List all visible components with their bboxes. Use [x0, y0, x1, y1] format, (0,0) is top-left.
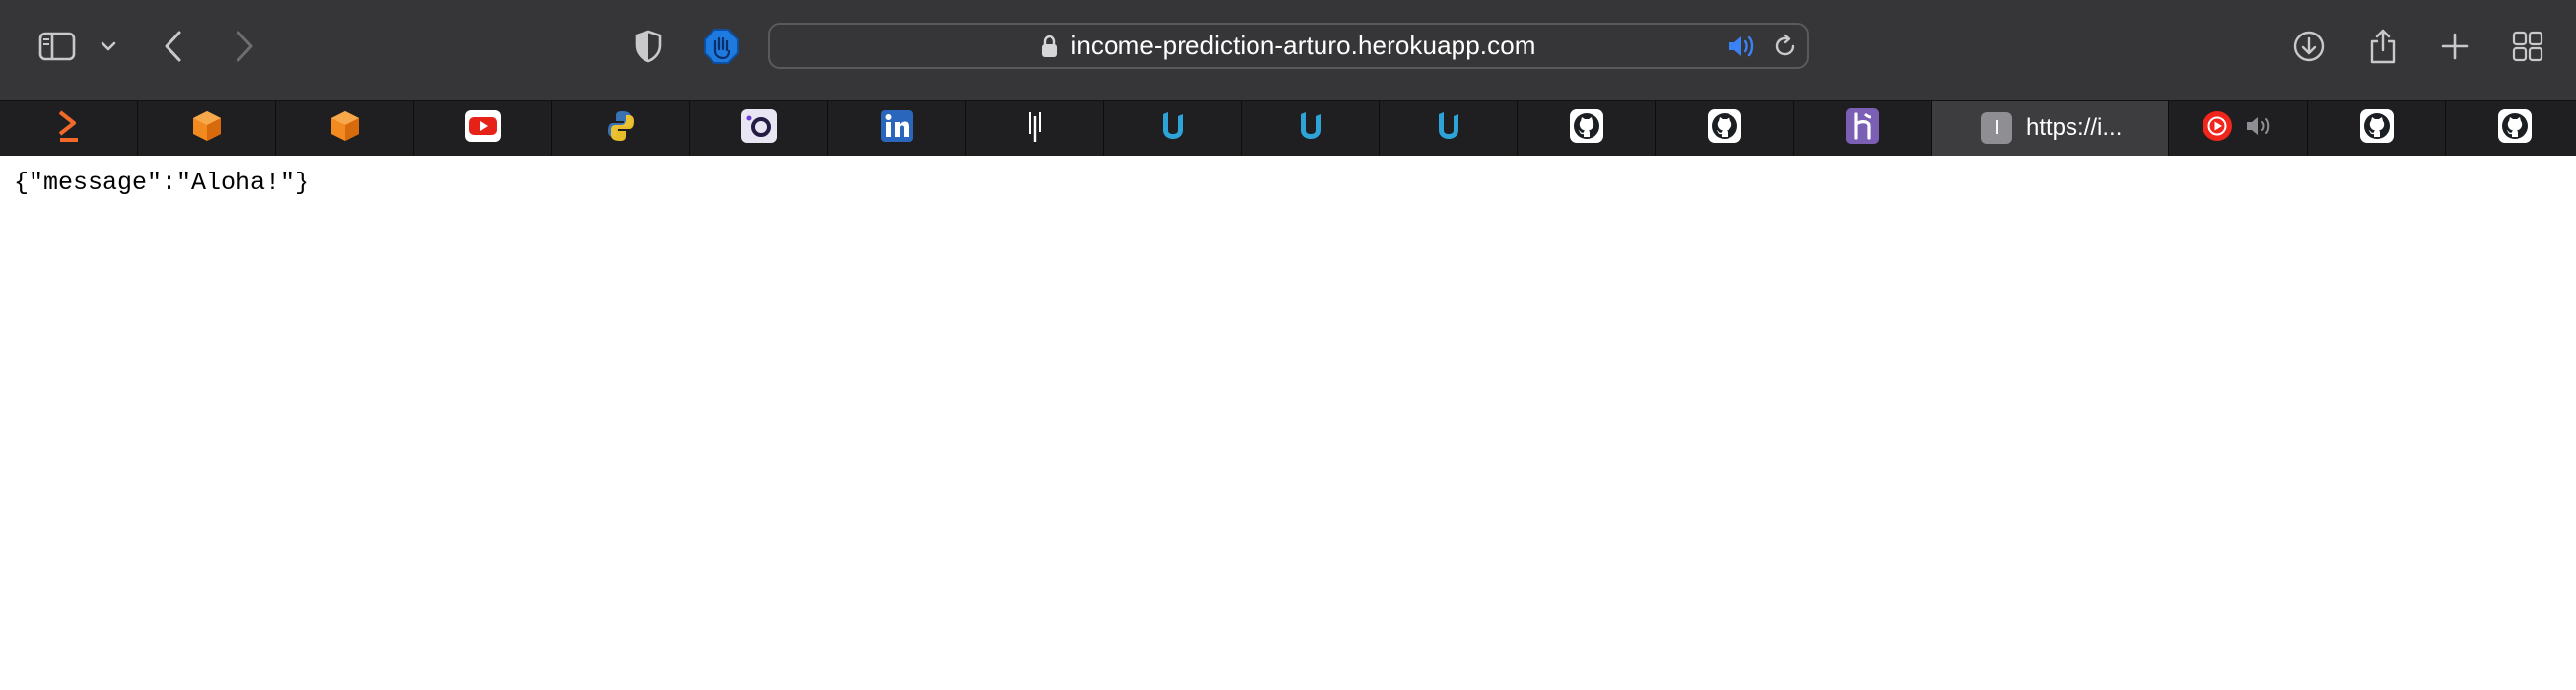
youtube-music-icon — [2202, 110, 2233, 147]
camera-icon — [740, 108, 777, 148]
tab-3[interactable] — [276, 101, 414, 156]
github-icon — [1707, 108, 1741, 148]
back-button[interactable] — [158, 24, 189, 69]
github-icon — [1569, 108, 1603, 148]
privacy-report-button[interactable] — [631, 24, 666, 69]
tab-1[interactable] — [0, 101, 138, 156]
tab-active[interactable]: I https://i... — [1932, 101, 2169, 156]
tab-title: https://i... — [2026, 114, 2123, 141]
speaker-muted-icon[interactable] — [2245, 114, 2274, 143]
tab-13[interactable] — [1656, 101, 1794, 156]
tab-17[interactable] — [2308, 101, 2446, 156]
chevron-right-icon — [234, 30, 255, 63]
tab-18[interactable] — [2446, 101, 2576, 156]
tab-11[interactable] — [1380, 101, 1518, 156]
sidebar-button[interactable] — [35, 24, 79, 69]
download-icon — [2292, 30, 2326, 63]
address-url: income-prediction-arturo.herokuapp.com — [1070, 31, 1536, 60]
bolt-chevron-icon — [54, 109, 84, 148]
tab-12[interactable] — [1518, 101, 1656, 156]
speaker-icon[interactable] — [1727, 34, 1756, 64]
tab-7[interactable] — [828, 101, 966, 156]
share-button[interactable] — [2365, 24, 2401, 69]
share-icon — [2368, 28, 2398, 65]
orange-box-icon — [328, 109, 362, 148]
stop-hand-icon — [703, 28, 740, 65]
tab-2[interactable] — [138, 101, 276, 156]
new-tab-button[interactable] — [2438, 24, 2472, 69]
grid-icon — [2512, 31, 2543, 62]
tab-overview-button[interactable] — [2511, 24, 2544, 69]
udacity-icon — [1294, 108, 1327, 149]
tab-8[interactable] — [966, 101, 1104, 156]
heroku-icon — [1845, 107, 1879, 149]
forward-button[interactable] — [229, 24, 260, 69]
udacity-icon — [1432, 108, 1465, 149]
github-icon — [2498, 108, 2532, 148]
cursor-icon — [1024, 108, 1046, 149]
json-response-text: {"message":"Aloha!"} — [14, 169, 310, 197]
udacity-icon — [1156, 108, 1189, 149]
orange-box-icon — [190, 109, 224, 148]
ad-blocker-extension-button[interactable] — [702, 24, 741, 69]
tab-4[interactable] — [414, 101, 552, 156]
tab-9[interactable] — [1104, 101, 1242, 156]
tab-16[interactable] — [2169, 101, 2308, 156]
chevron-down-icon — [100, 40, 117, 52]
chevron-left-icon — [163, 30, 184, 63]
linkedin-icon — [880, 109, 913, 147]
tab-5[interactable] — [552, 101, 690, 156]
sidebar-icon — [38, 32, 76, 61]
lock-icon — [1041, 34, 1058, 58]
tab-10[interactable] — [1242, 101, 1380, 156]
letter-i-icon: I — [1981, 112, 2012, 144]
tab-6[interactable] — [690, 101, 828, 156]
sidebar-menu-button[interactable] — [97, 24, 120, 69]
youtube-icon — [464, 109, 501, 147]
downloads-button[interactable] — [2290, 24, 2328, 69]
reload-icon[interactable] — [1772, 34, 1797, 64]
tab-14[interactable] — [1794, 101, 1932, 156]
address-bar[interactable]: income-prediction-arturo.herokuapp.com — [768, 23, 1809, 69]
browser-toolbar: income-prediction-arturo.herokuapp.com — [0, 0, 2576, 100]
plus-icon — [2440, 32, 2470, 61]
shield-icon — [634, 30, 663, 63]
tab-bar: I https://i... — [0, 100, 2576, 156]
github-icon — [2359, 108, 2394, 148]
python-icon — [606, 109, 636, 148]
